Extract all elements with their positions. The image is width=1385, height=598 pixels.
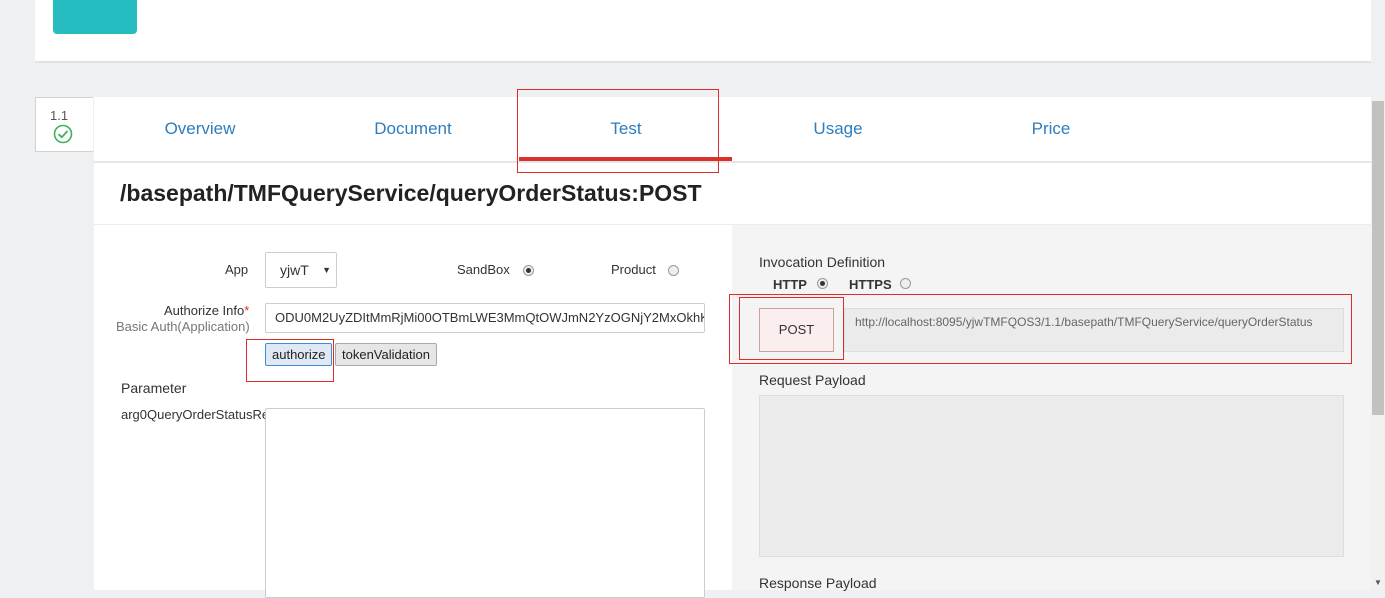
sandbox-label: SandBox bbox=[457, 262, 510, 277]
endpoint-url: http://localhost:8095/yjwTMFQOS3/1.1/bas… bbox=[844, 308, 1344, 352]
check-circle-icon bbox=[53, 124, 73, 144]
authorize-button[interactable]: authorize bbox=[265, 343, 333, 366]
invocation-panel: Invocation Definition HTTP HTTPS POST ht… bbox=[732, 225, 1371, 591]
invocation-heading: Invocation Definition bbox=[759, 254, 886, 270]
request-payload-box[interactable] bbox=[759, 395, 1344, 557]
http-label: HTTP bbox=[773, 277, 807, 292]
method-button[interactable]: POST bbox=[759, 308, 834, 352]
auth-label-text: Authorize Info bbox=[164, 303, 245, 318]
token-validation-button[interactable]: tokenValidation bbox=[335, 343, 437, 366]
tab-document[interactable]: Document bbox=[307, 119, 519, 139]
https-radio[interactable] bbox=[900, 278, 911, 289]
page-title: /basepath/TMFQueryService/queryOrderStat… bbox=[120, 180, 702, 206]
path-row: /basepath/TMFQueryService/queryOrderStat… bbox=[94, 163, 1371, 225]
http-radio[interactable] bbox=[817, 278, 828, 289]
version-indicator[interactable]: 1.1 bbox=[35, 97, 93, 152]
auth-label: Authorize Info* bbox=[164, 303, 249, 318]
chevron-down-icon: ▼ bbox=[322, 265, 331, 275]
active-tab-indicator bbox=[519, 157, 732, 161]
product-label: Product bbox=[611, 262, 656, 277]
header-card bbox=[35, 0, 1371, 63]
app-label: App bbox=[225, 262, 249, 277]
scroll-down-icon[interactable]: ▼ bbox=[1374, 578, 1382, 587]
app-logo bbox=[53, 0, 137, 34]
app-select[interactable]: yjwT ▼ bbox=[265, 252, 337, 288]
app-select-value: yjwT bbox=[280, 262, 309, 278]
auth-sublabel: Basic Auth(Application) bbox=[116, 319, 250, 334]
tab-price[interactable]: Price bbox=[945, 119, 1157, 139]
param-name-label: arg0QueryOrderStatusRe bbox=[121, 407, 270, 422]
https-label: HTTPS bbox=[849, 277, 892, 292]
tab-bar: Overview Document Test Usage Price bbox=[94, 97, 1371, 163]
required-marker: * bbox=[244, 303, 250, 318]
scrollbar-thumb[interactable] bbox=[1372, 101, 1384, 415]
param-textarea[interactable] bbox=[265, 408, 705, 598]
request-payload-label: Request Payload bbox=[759, 372, 866, 388]
tab-test[interactable]: Test bbox=[520, 119, 732, 139]
tab-usage[interactable]: Usage bbox=[732, 119, 944, 139]
sandbox-radio[interactable] bbox=[523, 265, 534, 276]
tab-overview[interactable]: Overview bbox=[94, 119, 306, 139]
response-payload-label: Response Payload bbox=[759, 575, 877, 591]
version-label: 1.1 bbox=[50, 108, 69, 123]
api-detail-panel: Overview Document Test Usage Price /base… bbox=[94, 97, 1371, 598]
auth-info-input[interactable]: ODU0M2UyZDItMmRjMi00OTBmLWE3MmQtOWJmN2Yz… bbox=[265, 303, 705, 333]
product-radio[interactable] bbox=[668, 265, 679, 276]
parameter-heading: Parameter bbox=[121, 380, 187, 396]
test-form: App yjwT ▼ SandBox Product Authorize Inf… bbox=[94, 225, 732, 598]
